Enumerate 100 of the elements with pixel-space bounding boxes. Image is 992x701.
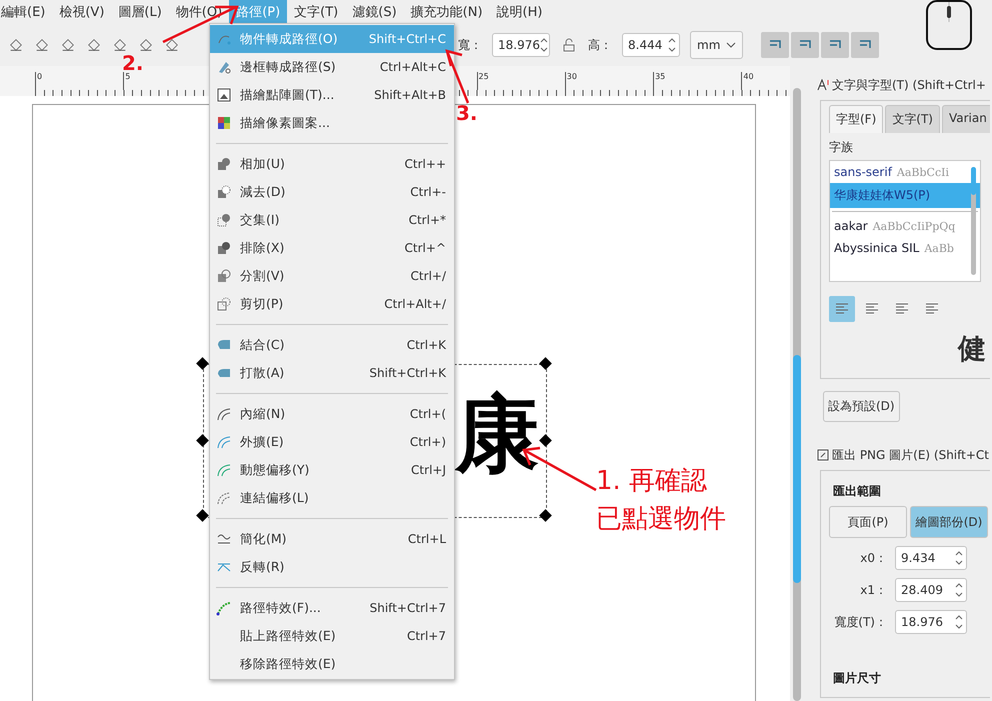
annotation-text: 1. 再確認 xyxy=(596,465,708,498)
align-button[interactable] xyxy=(829,296,855,322)
font-item[interactable]: 华康娃娃体W5(P) xyxy=(830,183,980,208)
font-item[interactable]: Abyssinica SIL AaBb xyxy=(830,237,980,259)
image-trace-icon xyxy=(216,87,232,103)
tab[interactable]: 字型(F) xyxy=(829,105,884,133)
menu-item[interactable]: 移除路徑特效(E) xyxy=(210,650,454,678)
menu-item[interactable]: 描繪像素圖案... xyxy=(210,109,454,137)
diamond-icon[interactable] xyxy=(34,37,50,53)
snap-button[interactable] xyxy=(761,32,790,58)
text-font-icon xyxy=(817,79,829,91)
linked-offset-icon xyxy=(216,490,232,506)
outset-icon xyxy=(216,434,232,450)
tab[interactable]: Varian xyxy=(942,105,990,133)
menu-item[interactable]: 路徑特效(F)... Shift+Ctrl+7 xyxy=(210,594,454,622)
menu-item[interactable]: 描繪點陣圖(T)... Shift+Alt+B xyxy=(210,81,454,109)
menu-item[interactable]: 相加(U) Ctrl++ xyxy=(210,150,454,178)
step-label: 3. xyxy=(456,104,478,122)
annotation-arrow xyxy=(445,49,470,104)
height-field[interactable]: 8.444 xyxy=(622,33,680,57)
menu-item[interactable]: 減去(D) Ctrl+- xyxy=(210,178,454,206)
menu-item[interactable]: 剪切(P) Ctrl+Alt+/ xyxy=(210,290,454,318)
width-field[interactable]: 18.976 xyxy=(492,33,550,57)
area-button[interactable]: 頁面(P) xyxy=(829,506,907,538)
tab[interactable]: 文字(T) xyxy=(885,105,940,133)
path-effect-icon xyxy=(216,600,232,616)
area-button[interactable]: 繪圖部份(D) xyxy=(910,506,988,538)
align-lines-icon xyxy=(865,302,879,316)
difference-icon xyxy=(216,184,232,200)
align-lines-icon xyxy=(835,302,849,316)
annotation-text: 已點選物件 xyxy=(596,503,726,536)
field-label: x0： xyxy=(859,550,888,566)
number-field[interactable]: 28.409 xyxy=(895,578,967,602)
section-label: 匯出範圍 xyxy=(833,483,882,500)
font-preview: 健 xyxy=(956,331,987,367)
menu-item[interactable]: 結合(C) Ctrl+K xyxy=(210,331,454,359)
scrollbar-thumb[interactable] xyxy=(971,167,976,195)
list-scrollbar[interactable] xyxy=(971,167,976,275)
intersection-icon xyxy=(216,212,232,228)
spin-arrows-icon[interactable] xyxy=(540,37,548,53)
ruler-label: 25 xyxy=(476,72,489,90)
exclusion-icon xyxy=(216,240,232,256)
vertical-scrollbar[interactable] xyxy=(793,88,801,701)
menu-item[interactable]: 連結偏移(L) xyxy=(210,484,454,512)
snap-button[interactable] xyxy=(821,32,850,58)
diamond-icon[interactable] xyxy=(60,37,76,53)
export-icon xyxy=(817,449,829,461)
pixel-grid-icon xyxy=(216,115,232,131)
group-label: 字族 xyxy=(829,139,854,156)
unit-dropdown[interactable]: mm xyxy=(690,31,744,59)
menu-item[interactable]: 反轉(R) xyxy=(210,553,454,581)
menu-item[interactable]: 擴充功能(N) xyxy=(404,0,490,24)
set-default-button[interactable]: 設為預設(D) xyxy=(823,391,900,422)
field-label: x1： xyxy=(859,582,888,598)
menu-item[interactable]: 外擴(E) Ctrl+) xyxy=(210,428,454,456)
menu-item[interactable]: 交集(I) Ctrl+* xyxy=(210,206,454,234)
align-lines-icon xyxy=(925,302,939,316)
field-label: 寬度(T)： xyxy=(833,614,888,630)
menu-item[interactable]: 簡化(M) Ctrl+L xyxy=(210,525,454,553)
spin-arrows-icon[interactable] xyxy=(668,37,676,53)
ruler-label: 35 xyxy=(653,72,666,90)
menu-item[interactable]: 濾鏡(S) xyxy=(345,0,404,24)
menu-item[interactable]: 編輯(E) xyxy=(0,0,52,24)
menu-item[interactable]: 說明(H) xyxy=(490,0,550,24)
align-lines-icon xyxy=(895,302,909,316)
division-icon xyxy=(216,268,232,284)
menu-item[interactable]: 動態偏移(Y) Ctrl+J xyxy=(210,456,454,484)
spin-arrows-icon[interactable] xyxy=(955,614,963,630)
snap-button[interactable] xyxy=(791,32,820,58)
ruler-label: 30 xyxy=(564,72,577,90)
stroke-path-icon xyxy=(216,59,232,75)
ruler-label: 0 xyxy=(35,72,42,90)
font-item[interactable]: sans-serif AaBbCcIi xyxy=(830,161,980,183)
height-label: 高： xyxy=(588,36,612,54)
menu-item[interactable]: 貼上路徑特效(E) Ctrl+7 xyxy=(210,622,454,650)
scrollbar-thumb[interactable] xyxy=(793,355,801,583)
dynamic-offset-icon xyxy=(216,462,232,478)
step-label: 2. xyxy=(122,54,144,72)
menu-item[interactable]: 排除(X) Ctrl+^ xyxy=(210,234,454,262)
number-field[interactable]: 9.434 xyxy=(895,546,967,570)
menu-item[interactable]: 邊框轉成路徑(S) Ctrl+Alt+C xyxy=(210,53,454,81)
caret-icon xyxy=(726,42,736,48)
spin-arrows-icon[interactable] xyxy=(955,550,963,566)
menu-item[interactable]: 檢視(V) xyxy=(52,0,112,24)
width-label: 寬： xyxy=(458,36,482,54)
menu-item[interactable]: 內縮(N) Ctrl+( xyxy=(210,400,454,428)
menu-item[interactable]: 圖層(L) xyxy=(111,0,169,24)
panel-title: 匯出 PNG 圖片(E) (Shift+Ct xyxy=(832,446,989,464)
font-item[interactable]: aakar AaBbCcIiPpQq xyxy=(830,215,980,237)
menu-item[interactable]: 文字(T) xyxy=(287,0,346,24)
ruler-label: 5 xyxy=(123,72,130,90)
menu-item[interactable]: 分割(V) Ctrl+/ xyxy=(210,262,454,290)
snap-button[interactable] xyxy=(851,32,880,58)
number-field[interactable]: 18.976 xyxy=(895,610,967,634)
spin-arrows-icon[interactable] xyxy=(955,582,963,598)
section-label: 圖片尺寸 xyxy=(833,670,882,687)
cut-path-icon xyxy=(216,296,232,312)
panel-title: 文字與字型(T) (Shift+Ctrl+ xyxy=(832,76,986,94)
menu-item[interactable]: 打散(A) Shift+Ctrl+K xyxy=(210,359,454,387)
canvas-glyph: 康 xyxy=(455,392,539,476)
